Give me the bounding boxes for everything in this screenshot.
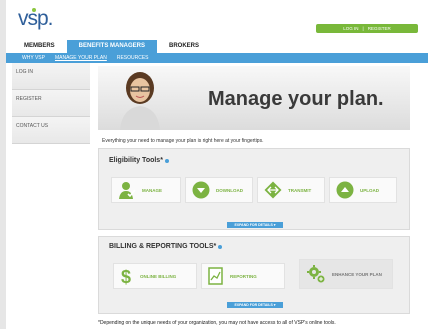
- dollar-icon: $: [121, 267, 131, 285]
- tab-brokers[interactable]: BROKERS: [157, 40, 211, 53]
- billing-tools-title: BILLING & REPORTING TOOLS*: [109, 243, 223, 250]
- billing-title-text: BILLING & REPORTING TOOLS: [109, 243, 214, 250]
- info-icon[interactable]: [164, 159, 169, 163]
- transmit-tool-label: TRANSMIT: [288, 187, 312, 193]
- expand-details-button[interactable]: EXPAND FOR DETAILS ▾: [227, 302, 283, 308]
- manage-tool-button[interactable]: MANAGE: [111, 177, 181, 203]
- manage-tool-label: MANAGE: [142, 187, 162, 193]
- main-tabs: MEMBERS BENEFITS MANAGERS BROKERS: [12, 40, 211, 53]
- eligibility-tools-box: Eligibility Tools* MANAGE DOWNLOAD TRANS…: [98, 148, 410, 230]
- hero-title: Manage your plan.: [208, 88, 384, 110]
- eligibility-title-asterisk: *: [160, 157, 163, 164]
- transmit-tool-button[interactable]: TRANSMIT: [257, 177, 325, 203]
- online-billing-label: ONLINE BILLING: [140, 273, 177, 279]
- upload-tool-label: UPLOAD: [360, 187, 379, 193]
- download-tool-button[interactable]: DOWNLOAD: [185, 177, 253, 203]
- enhance-your-plan-label: ENHANCE YOUR PLAN: [332, 271, 382, 277]
- login-register-bar: LOG IN | REGISTER: [316, 24, 418, 33]
- intro-text: Everything your need to manage your plan…: [102, 138, 264, 144]
- login-link[interactable]: LOG IN: [343, 26, 358, 31]
- upload-icon: [336, 181, 354, 199]
- sidebar-item-register[interactable]: REGISTER: [12, 90, 90, 117]
- billing-reporting-tools-box: BILLING & REPORTING TOOLS* $ ONLINE BILL…: [98, 236, 410, 314]
- page: vsp. LOG IN | REGISTER MEMBERS BENEFITS …: [6, 0, 428, 329]
- sidebar-item-log-in[interactable]: LOG IN: [12, 63, 90, 90]
- tab-members[interactable]: MEMBERS: [12, 40, 67, 53]
- sidebar: LOG IN REGISTER CONTACT US: [12, 63, 90, 144]
- separator: |: [362, 26, 364, 31]
- online-billing-tool-button[interactable]: $ ONLINE BILLING: [113, 263, 197, 289]
- hero-person-image: [120, 72, 160, 130]
- svg-text:$: $: [121, 267, 131, 285]
- sidebar-item-contact-us[interactable]: CONTACT US: [12, 117, 90, 144]
- footnote-text: *Depending on the unique needs of your o…: [98, 320, 336, 326]
- gear-plus-icon: [307, 265, 325, 283]
- hero-banner: Manage your plan.: [98, 66, 410, 130]
- eligibility-title-text: Eligibility Tools: [109, 157, 161, 164]
- expand-details-button[interactable]: EXPAND FOR DETAILS ▾: [227, 222, 283, 228]
- subnav-why-vsp[interactable]: WHY VSP: [22, 55, 45, 61]
- sub-navigation: WHY VSP MANAGE YOUR PLAN RESOURCES: [6, 53, 428, 63]
- register-link[interactable]: REGISTER: [368, 26, 391, 31]
- info-icon[interactable]: [218, 245, 223, 249]
- reporting-label: REPORTING: [230, 273, 257, 279]
- download-tool-label: DOWNLOAD: [216, 187, 243, 193]
- download-icon: [192, 181, 210, 199]
- subnav-manage-your-plan[interactable]: MANAGE YOUR PLAN: [55, 55, 107, 61]
- eligibility-tools-title: Eligibility Tools*: [109, 157, 169, 164]
- subnav-resources[interactable]: RESOURCES: [117, 55, 149, 61]
- logo-dot: [32, 8, 36, 12]
- reporting-tool-button[interactable]: REPORTING: [201, 263, 285, 289]
- billing-title-asterisk: *: [213, 243, 217, 250]
- transmit-icon: [264, 181, 282, 199]
- enhance-your-plan-tool-button[interactable]: ENHANCE YOUR PLAN: [299, 259, 393, 289]
- report-icon: [208, 267, 223, 285]
- upload-tool-button[interactable]: UPLOAD: [329, 177, 397, 203]
- vsp-logo[interactable]: vsp.: [18, 7, 54, 31]
- person-check-icon: [119, 182, 136, 199]
- tab-benefits-managers[interactable]: BENEFITS MANAGERS: [66, 40, 158, 53]
